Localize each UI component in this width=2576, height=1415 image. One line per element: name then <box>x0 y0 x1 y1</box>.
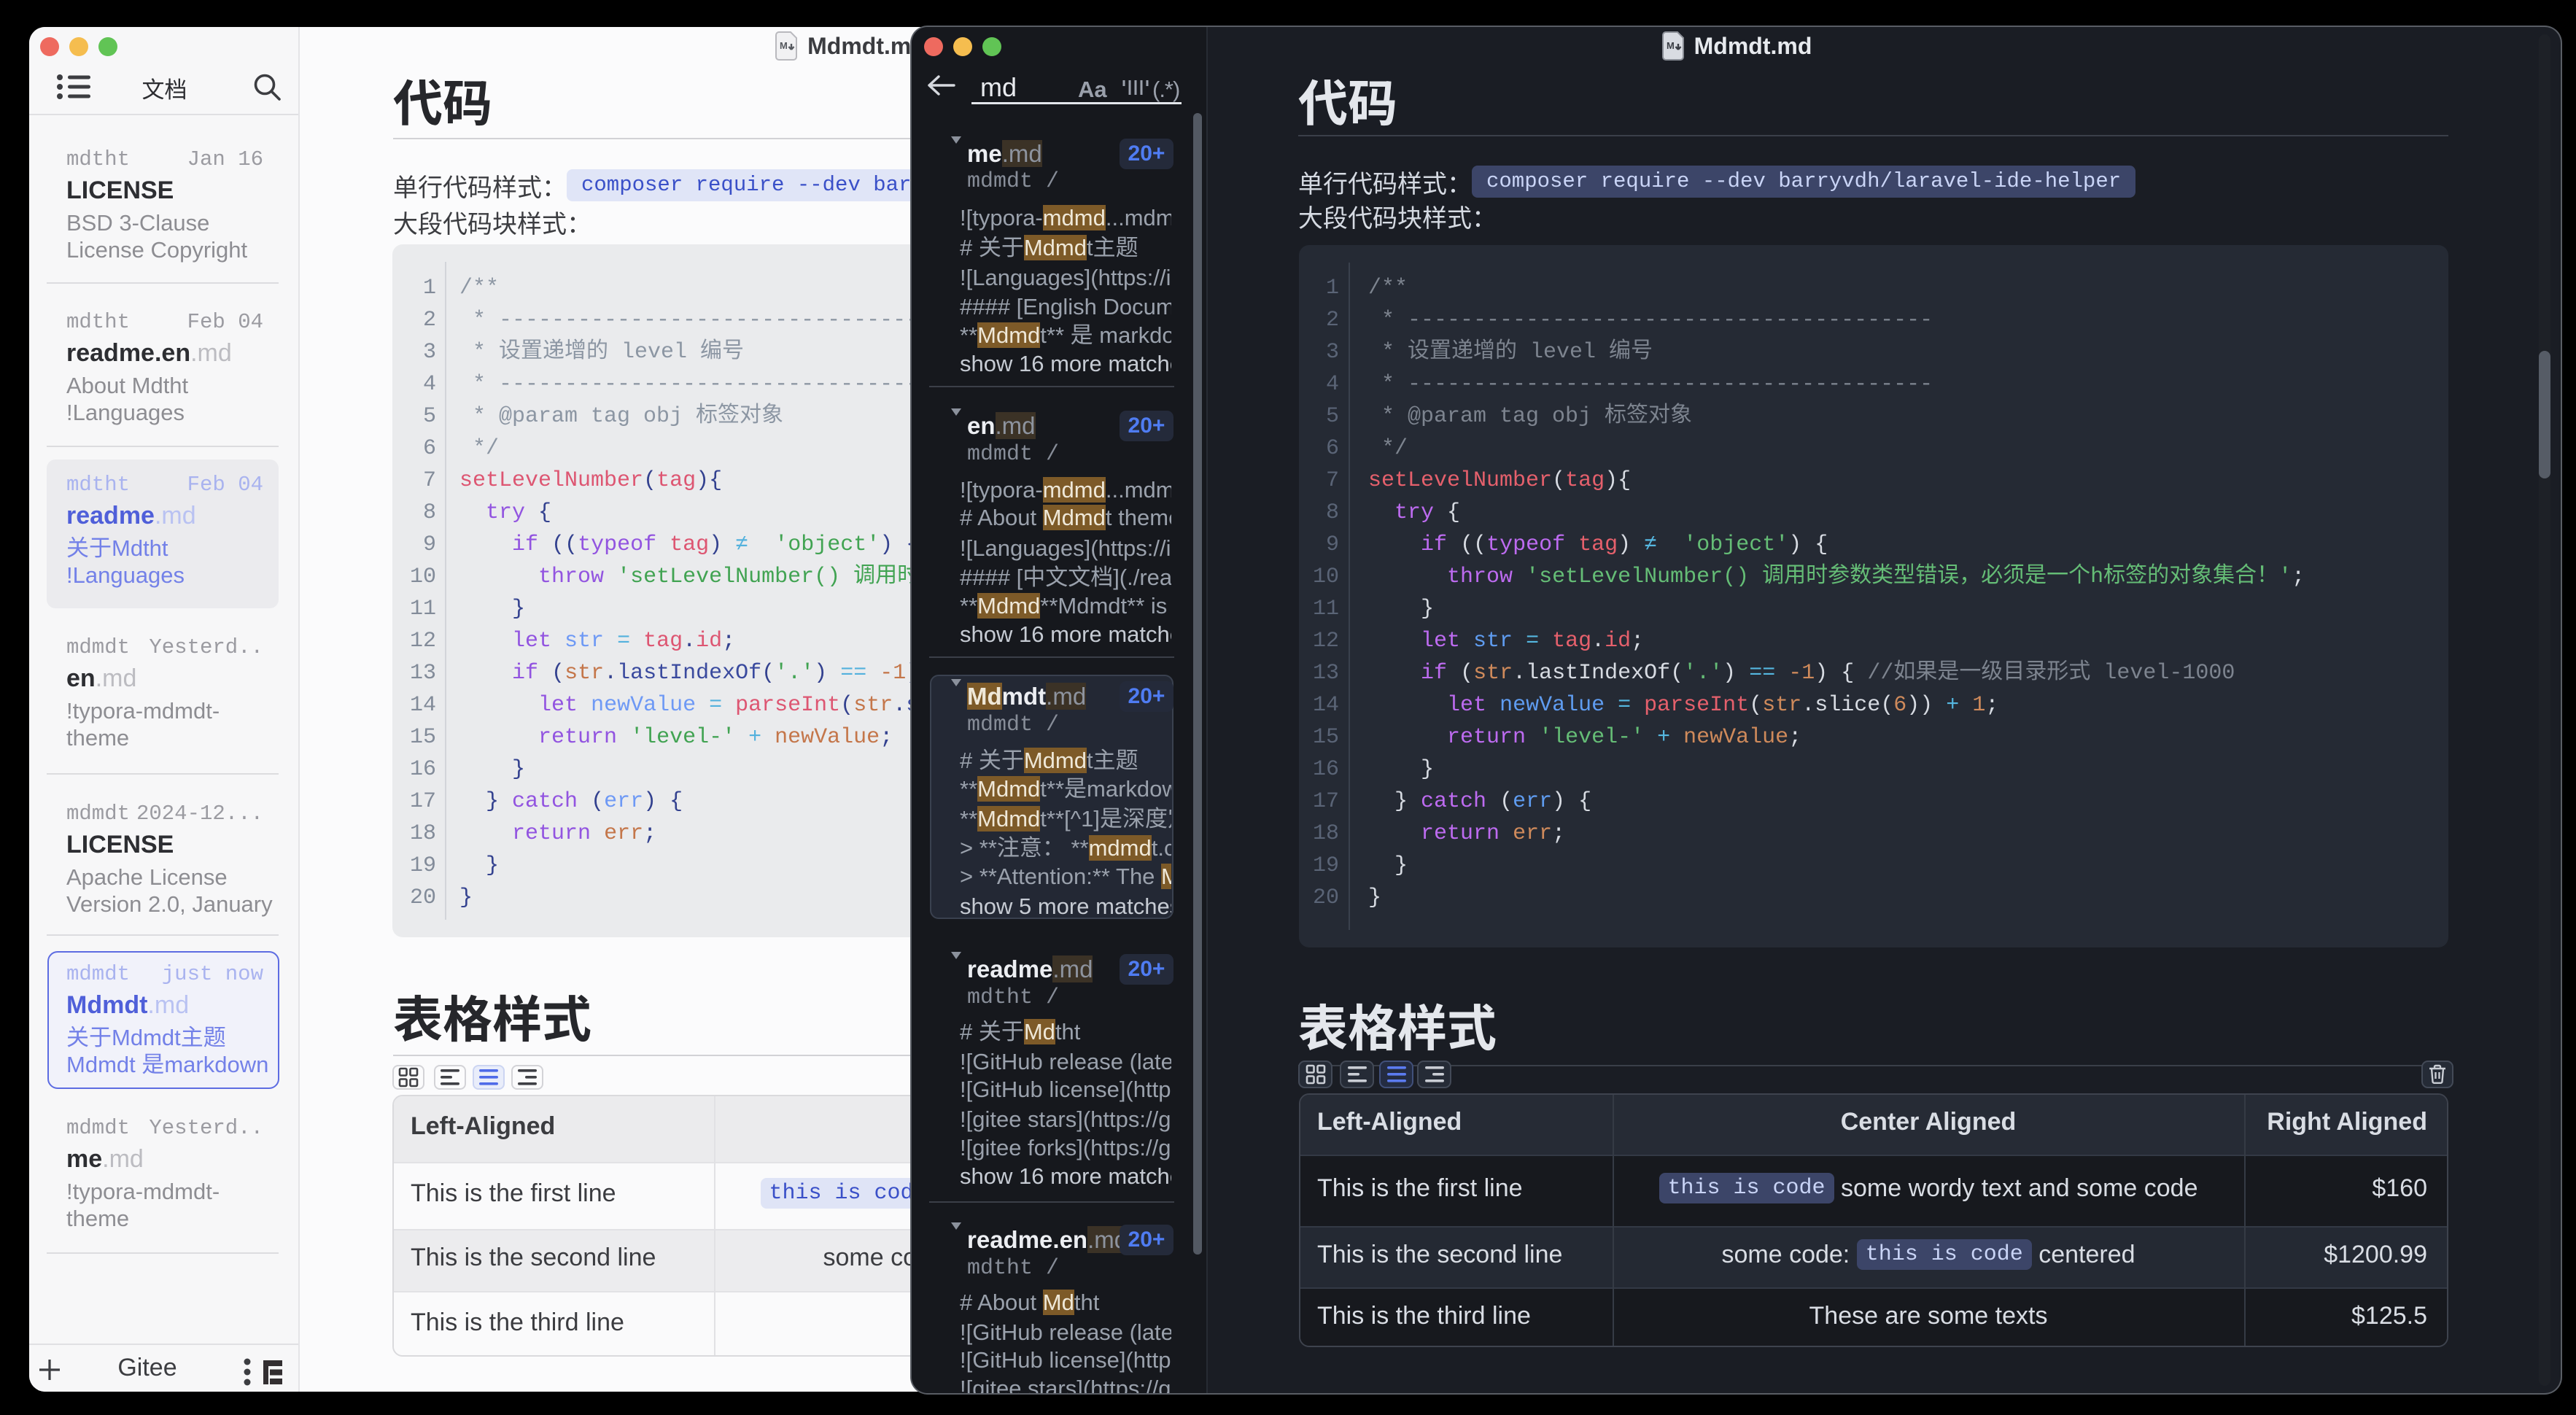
svg-text:M: M <box>1667 40 1675 51</box>
svg-text:M: M <box>780 40 788 51</box>
